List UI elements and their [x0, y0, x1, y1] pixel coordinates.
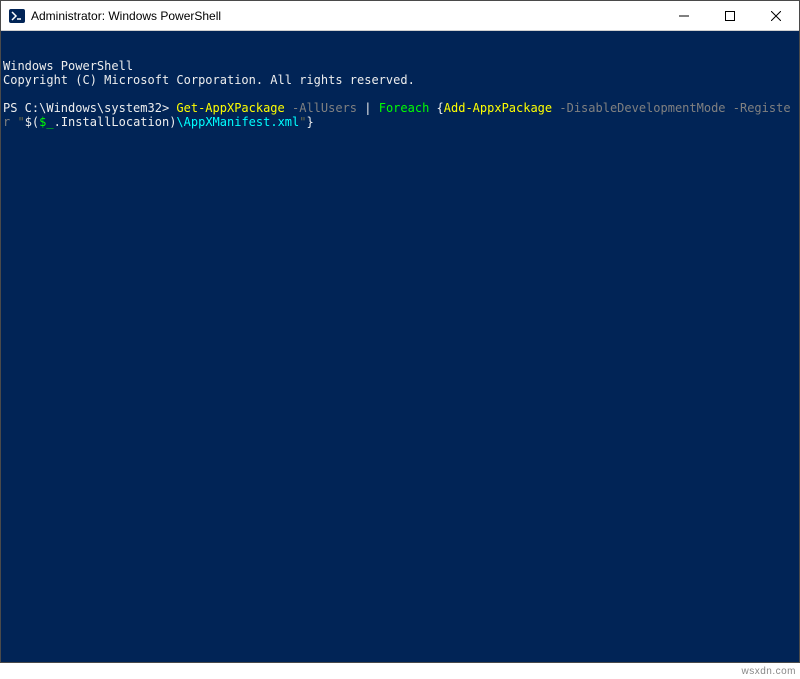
- watermark: wsxdn.com: [741, 666, 796, 677]
- prompt: PS C:\Windows\system32>: [3, 101, 176, 115]
- window-controls: [661, 1, 799, 30]
- close-button[interactable]: [753, 1, 799, 30]
- cmd-allusers: -AllUsers: [285, 101, 364, 115]
- maximize-button[interactable]: [707, 1, 753, 30]
- cmd-brace-open: {: [437, 101, 444, 115]
- minimize-button[interactable]: [661, 1, 707, 30]
- cmd-var: $_: [39, 115, 53, 129]
- terminal-area[interactable]: Windows PowerShell Copyright (C) Microso…: [1, 31, 799, 662]
- cmd-prop: .InstallLocation): [54, 115, 177, 129]
- powershell-icon: [9, 8, 25, 24]
- powershell-window: Administrator: Windows PowerShell Window…: [0, 0, 800, 663]
- banner-line-2: Copyright (C) Microsoft Corporation. All…: [3, 73, 415, 87]
- terminal-content: Windows PowerShell Copyright (C) Microso…: [1, 59, 799, 129]
- cmd-foreach: Foreach: [379, 101, 430, 115]
- cmd-brace-close: }: [306, 115, 313, 129]
- window-title: Administrator: Windows PowerShell: [31, 9, 661, 23]
- cmd-addappx: Add-AppxPackage: [444, 101, 552, 115]
- titlebar[interactable]: Administrator: Windows PowerShell: [1, 1, 799, 31]
- cmd-path: \AppXManifest.xml: [176, 115, 299, 129]
- banner-line-1: Windows PowerShell: [3, 59, 133, 73]
- sp1: [371, 101, 378, 115]
- cmd-quote1: ": [17, 115, 24, 129]
- cmd-getappx: Get-AppXPackage: [176, 101, 284, 115]
- sp2: [429, 101, 436, 115]
- cmd-subopen: $(: [25, 115, 39, 129]
